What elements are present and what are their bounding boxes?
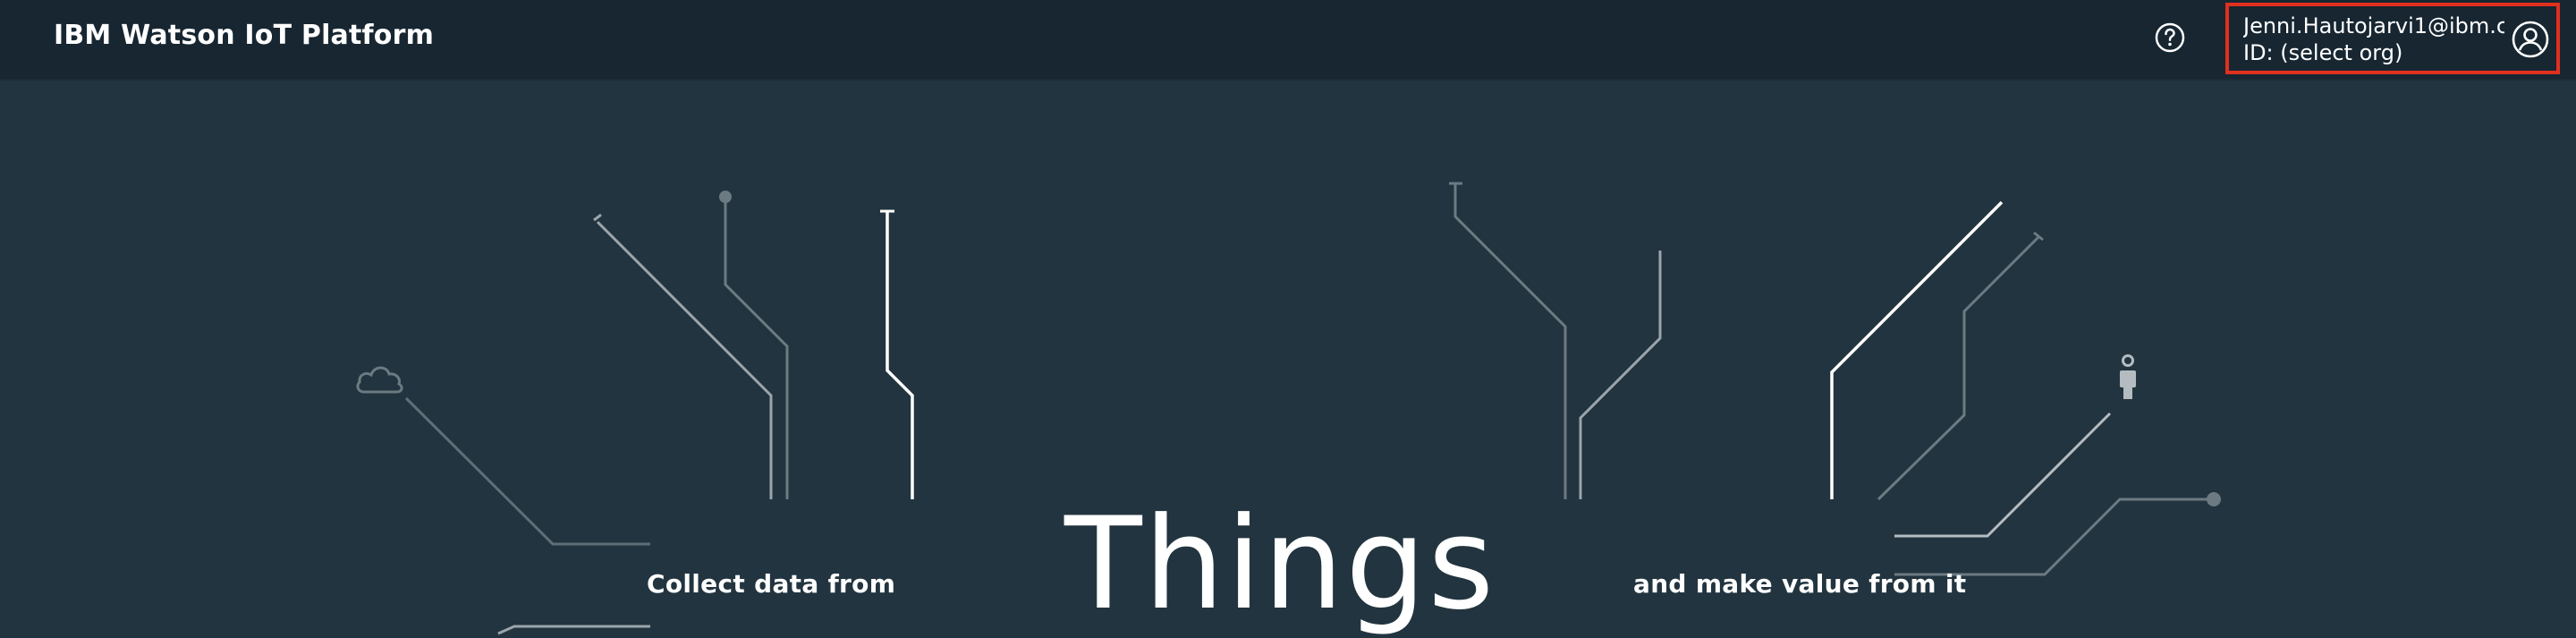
cloud-icon	[356, 366, 403, 394]
top-bar: IBM Watson IoT Platform Jenni.Hautojarvi…	[0, 0, 2576, 79]
page: IBM Watson IoT Platform Jenni.Hautojarvi…	[0, 0, 2576, 638]
circuit-line-person	[1894, 412, 2112, 538]
hero-tagline-right: and make value from it	[1633, 569, 1967, 599]
circuit-line-right-dot	[1894, 492, 2221, 576]
circuit-line-right-bright	[1830, 200, 2004, 499]
circuit-line-left-3	[880, 209, 914, 499]
circuit-line-mid-2	[1579, 251, 1662, 499]
account-org-id: ID: (select org)	[2243, 40, 2403, 65]
circuit-line-right-dim	[1877, 231, 2044, 501]
hero-headline: Things	[1064, 490, 1496, 638]
user-circle-icon	[2512, 21, 2549, 58]
help-button[interactable]	[2152, 20, 2188, 55]
account-menu-button[interactable]: Jenni.Hautojarvi1@ibm.c... ID: (select o…	[2225, 3, 2560, 74]
circuit-line-left-2	[719, 191, 789, 499]
circuit-line-left-bottom	[497, 625, 650, 635]
account-username: Jenni.Hautojarvi1@ibm.c...	[2243, 13, 2504, 38]
brand-title[interactable]: IBM Watson IoT Platform	[54, 20, 434, 51]
hero-tagline-left: Collect data from	[647, 569, 896, 599]
circuit-line-cloud	[404, 396, 650, 546]
circuit-line-mid-1	[1449, 182, 1567, 499]
question-circle-icon	[2155, 22, 2185, 53]
circuit-line-left-1	[593, 213, 773, 499]
person-icon	[2120, 354, 2136, 399]
